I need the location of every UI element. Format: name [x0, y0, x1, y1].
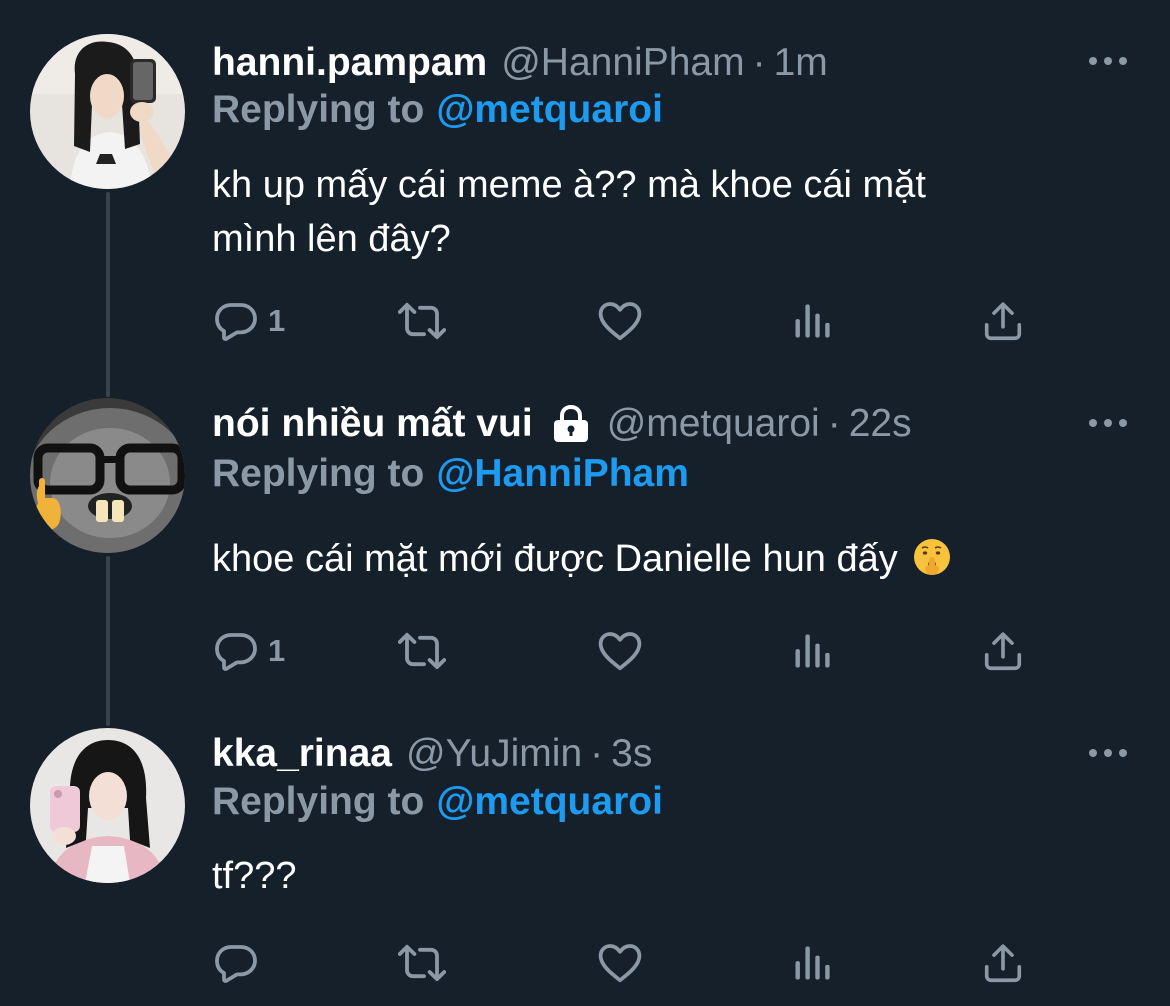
separator-dot: · — [827, 402, 841, 445]
tweet-header: nói nhiều mất vui @metquaroi · 22s — [212, 398, 912, 450]
share-button[interactable] — [980, 938, 1026, 988]
views-button[interactable] — [790, 938, 834, 988]
more-icon[interactable] — [1088, 748, 1128, 758]
avatar[interactable] — [30, 398, 185, 553]
like-icon — [596, 297, 644, 345]
views-icon — [790, 627, 834, 675]
handle[interactable]: @YuJimin — [406, 732, 582, 776]
tweet-header: kka_rinaa @YuJimin · 3s — [212, 728, 652, 780]
replying-to: Replying to @HanniPham — [212, 452, 689, 496]
replying-label: Replying to — [212, 88, 425, 131]
timestamp[interactable]: 22s — [849, 402, 912, 446]
tweet-text: tf??? — [212, 849, 1112, 903]
more-icon[interactable] — [1088, 418, 1128, 428]
action-bar — [212, 938, 1042, 988]
reply-button[interactable] — [212, 938, 268, 988]
tweet-metquaroi[interactable]: nói nhiều mất vui @metquaroi · 22s Reply… — [0, 398, 1170, 698]
reply-button[interactable]: 1 — [212, 626, 285, 676]
handle[interactable]: @HanniPham — [501, 41, 744, 85]
lock-icon — [553, 404, 588, 442]
timestamp[interactable]: 3s — [611, 732, 652, 776]
tweet-text-line: tf??? — [212, 855, 297, 897]
like-button[interactable] — [596, 296, 644, 346]
tweet-kka-rinaa[interactable]: kka_rinaa @YuJimin · 3s Replying to @metq… — [0, 728, 1170, 1006]
share-icon — [980, 297, 1026, 345]
more-icon[interactable] — [1088, 56, 1128, 66]
replying-to: Replying to @metquaroi — [212, 88, 663, 132]
avatar[interactable] — [30, 728, 185, 883]
tweet-text-line: khoe cái mặt mới được Danielle hun đấy — [212, 538, 898, 580]
avatar[interactable] — [30, 34, 185, 189]
reply-mention-link[interactable]: @metquaroi — [436, 780, 663, 823]
separator-dot: · — [752, 41, 766, 84]
tweet-hanni[interactable]: hanni.pampam @HanniPham · 1m Replying to… — [0, 34, 1170, 364]
replying-label: Replying to — [212, 780, 425, 823]
reply-mention-link[interactable]: @metquaroi — [436, 88, 663, 131]
display-name[interactable]: nói nhiều mất vui — [212, 402, 533, 446]
share-button[interactable] — [980, 296, 1026, 346]
action-bar: 1 — [212, 296, 1042, 346]
retweet-button[interactable] — [398, 938, 446, 988]
share-icon — [980, 939, 1026, 987]
display-name[interactable]: hanni.pampam — [212, 41, 487, 85]
retweet-icon — [398, 297, 446, 345]
reply-count: 1 — [268, 633, 286, 668]
reply-icon — [212, 297, 260, 345]
retweet-button[interactable] — [398, 626, 446, 676]
retweet-icon — [398, 627, 446, 675]
tweet-text-line: kh up mấy cái meme à?? mà khoe cái mặt — [212, 164, 926, 206]
display-name[interactable]: kka_rinaa — [212, 732, 392, 776]
reply-mention-link[interactable]: @HanniPham — [436, 452, 689, 495]
tweet-text: kh up mấy cái meme à?? mà khoe cái mặt m… — [212, 158, 1112, 266]
timestamp[interactable]: 1m — [774, 41, 828, 85]
handle[interactable]: @metquaroi — [607, 402, 820, 446]
reply-icon — [212, 939, 260, 987]
share-button[interactable] — [980, 626, 1026, 676]
tweet-text: khoe cái mặt mới được Danielle hun đấy — [212, 532, 1112, 586]
reply-icon — [212, 627, 260, 675]
tweet-text-line: mình lên đây? — [212, 218, 451, 260]
reply-button[interactable]: 1 — [212, 296, 285, 346]
like-button[interactable] — [596, 626, 644, 676]
views-icon — [790, 939, 834, 987]
replying-to: Replying to @metquaroi — [212, 780, 663, 824]
views-button[interactable] — [790, 296, 834, 346]
like-icon — [596, 627, 644, 675]
like-icon — [596, 939, 644, 987]
retweet-icon — [398, 939, 446, 987]
separator-dot: · — [590, 732, 604, 775]
share-icon — [980, 627, 1026, 675]
action-bar: 1 — [212, 626, 1042, 676]
retweet-button[interactable] — [398, 296, 446, 346]
replying-label: Replying to — [212, 452, 425, 495]
reply-count: 1 — [268, 303, 286, 338]
like-button[interactable] — [596, 938, 644, 988]
shushing-face-emoji — [914, 539, 951, 575]
views-icon — [790, 297, 834, 345]
tweet-header: hanni.pampam @HanniPham · 1m — [212, 37, 828, 89]
views-button[interactable] — [790, 626, 834, 676]
